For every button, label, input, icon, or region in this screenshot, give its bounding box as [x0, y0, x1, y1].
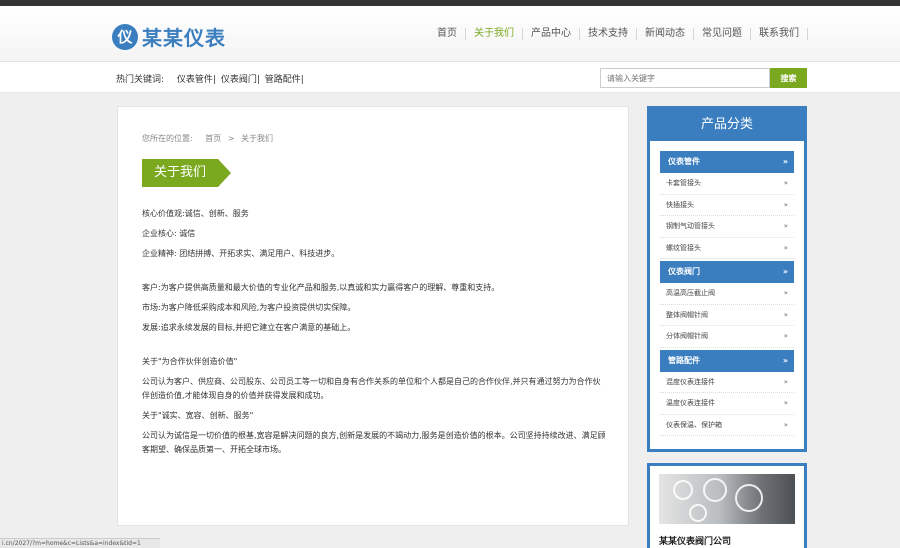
page-title: 关于我们: [142, 159, 231, 187]
category-title-label: 仪表阀门: [668, 267, 700, 276]
site-logo[interactable]: 仪 某某仪表: [112, 22, 226, 51]
nav-products[interactable]: 产品中心: [523, 28, 580, 40]
partner-title: 关于"为合作伙伴创造价值": [142, 357, 238, 366]
honest-body: 公司认为诚信是一切价值的根基,宽容是解决问题的良方,创新是发展的不竭动力,服务是…: [142, 431, 606, 454]
hot-keywords-bar: 热门关键词: 仪表管件| 仪表阀门| 管路配件| 搜索: [0, 62, 900, 93]
chevron-down-icon: »: [783, 420, 788, 429]
company-image: [659, 474, 795, 524]
breadcrumb: 您所在的位置: 首页 > 关于我们: [142, 133, 277, 144]
category-item[interactable]: 螺纹管接头 »: [660, 238, 794, 259]
search-input[interactable]: [600, 68, 770, 88]
main-nav: 首页 关于我们 产品中心 技术支持 新闻动态 常见问题 联系我们: [429, 28, 808, 64]
logo-text: 某某仪表: [142, 26, 226, 50]
category-group: 仪表管件 » 卡套管接头 » 快插接头 » 钢制气动管接头 » 螺纹管接头 »: [660, 151, 794, 259]
chevron-down-icon: »: [783, 332, 788, 340]
breadcrumb-sep: >: [227, 134, 235, 143]
category-title-label: 仪表管件: [668, 157, 700, 166]
nav-support[interactable]: 技术支持: [580, 28, 637, 40]
nav-contact[interactable]: 联系我们: [751, 28, 808, 40]
category-item[interactable]: 卡套管接头 »: [660, 173, 794, 195]
develop-text: 发展:追求永续发展的目标,并把它建立在客户满意的基础上。: [142, 323, 356, 332]
market-text: 市场:为客户降低采购成本和风险,为客户投资提供切实保障。: [142, 303, 356, 312]
chevron-down-icon: »: [783, 399, 788, 407]
category-group: 仪表阀门 » 高温高压截止阀 » 整体阀帽针阀 » 分体阀帽针阀 »: [660, 261, 794, 348]
category-item[interactable]: 温度仪表连接件 »: [660, 393, 794, 415]
main-content: 您所在的位置: 首页 > 关于我们 关于我们 核心价值观:诚信、创新、服务 企业…: [117, 106, 629, 526]
chevron-down-icon: »: [783, 179, 788, 187]
hot-link[interactable]: 仪表管件|: [177, 75, 216, 85]
card-caption: 某某仪表阀门公司: [659, 537, 732, 547]
category-item-label: 钢制气动管接头: [666, 222, 715, 230]
breadcrumb-prefix: 您所在的位置:: [142, 134, 193, 143]
category-item-label: 整体阀帽针阀: [666, 310, 708, 319]
customer-text: 客户:为客户提供高质量和最大价值的专业化产品和服务,以真诚和实力赢得客户的理解、…: [142, 283, 500, 292]
category-title[interactable]: 仪表管件 »: [660, 151, 794, 173]
category-item-label: 温度仪表连接件: [666, 399, 715, 407]
core-value-text: 核心价值观:诚信、创新、服务: [142, 209, 249, 218]
category-item-label: 螺纹管接头: [666, 243, 701, 252]
circle-icon: [673, 480, 693, 500]
category-item-label: 分体阀帽针阀: [666, 332, 708, 340]
chevron-down-icon: »: [783, 243, 788, 252]
nav-about[interactable]: 关于我们: [466, 28, 523, 64]
company-card[interactable]: 某某仪表阀门公司: [647, 463, 807, 548]
circle-icon: [703, 478, 727, 502]
hot-link[interactable]: 管路配件|: [265, 75, 304, 85]
hot-label: 热门关键词:: [116, 75, 165, 85]
nav-news[interactable]: 新闻动态: [637, 28, 694, 40]
panel-title: 产品分类: [650, 109, 804, 141]
logo-icon: 仪: [112, 23, 138, 50]
chevron-down-icon: »: [783, 222, 788, 230]
article-body: 核心价值观:诚信、创新、服务 企业核心: 诚信 企业精神: 团结拼搏、开拓求实、…: [142, 207, 608, 463]
spirit-text: 企业精神: 团结拼搏、开拓求实、满足用户、科技进步。: [142, 249, 340, 258]
category-item[interactable]: 混度仪表连接件 »: [660, 372, 794, 393]
category-group: 管路配件 » 混度仪表连接件 » 温度仪表连接件 » 仪表保温、保护箱 »: [660, 349, 794, 436]
category-item-label: 混度仪表连接件: [666, 377, 715, 386]
chevron-down-icon: »: [783, 310, 788, 319]
category-title[interactable]: 管路配件 »: [660, 349, 794, 372]
partner-body: 公司认为客户、供应商、公司股东、公司员工等一切和自身有合作关系的单位和个人都是自…: [142, 377, 601, 400]
core-text: 企业核心: 诚信: [142, 229, 196, 238]
category-item[interactable]: 高温高压截止阀 »: [660, 283, 794, 305]
circle-icon: [689, 504, 707, 522]
chevron-down-icon: »: [783, 377, 788, 386]
category-title[interactable]: 仪表阀门 »: [660, 261, 794, 283]
phone-icon: [735, 484, 763, 512]
product-category-panel: 产品分类 仪表管件 » 卡套管接头 » 快插接头 » 钢制气动管接头 » 螺纹管接头 »…: [647, 106, 807, 452]
category-title-label: 管路配件: [668, 355, 700, 365]
chevron-down-icon: »: [782, 267, 788, 276]
category-item[interactable]: 仪表保温、保护箱 »: [660, 415, 794, 436]
hot-link[interactable]: 仪表阀门|: [221, 75, 260, 85]
category-item[interactable]: 分体阀帽针阀 »: [660, 326, 794, 348]
chevron-down-icon: »: [782, 355, 788, 365]
category-item-label: 卡套管接头: [666, 179, 701, 187]
status-bar-url: i.cn/2027/?m=home&c=Lists&a=index&tid=1: [0, 538, 160, 548]
breadcrumb-home[interactable]: 首页: [205, 134, 221, 143]
nav-faq[interactable]: 常见问题: [694, 28, 751, 40]
honest-title: 关于"诚实、宽容、创新、服务": [142, 411, 254, 420]
category-item[interactable]: 快插接头 »: [660, 195, 794, 216]
breadcrumb-current[interactable]: 关于我们: [241, 134, 273, 143]
nav-home[interactable]: 首页: [429, 28, 466, 40]
category-item-label: 高温高压截止阀: [666, 289, 715, 297]
category-item-label: 快插接头: [666, 200, 694, 209]
site-header: 仪 某某仪表 首页 关于我们 产品中心 技术支持 新闻动态 常见问题 联系我们: [0, 6, 900, 64]
hot-keywords: 热门关键词: 仪表管件| 仪表阀门| 管路配件|: [116, 72, 314, 85]
category-item[interactable]: 钢制气动管接头 »: [660, 216, 794, 238]
category-item-label: 仪表保温、保护箱: [666, 420, 722, 429]
search-button[interactable]: 搜索: [770, 68, 807, 88]
chevron-down-icon: »: [783, 289, 788, 297]
category-item[interactable]: 整体阀帽针阀 »: [660, 305, 794, 326]
chevron-down-icon: »: [783, 200, 788, 209]
chevron-down-icon: »: [782, 157, 788, 166]
